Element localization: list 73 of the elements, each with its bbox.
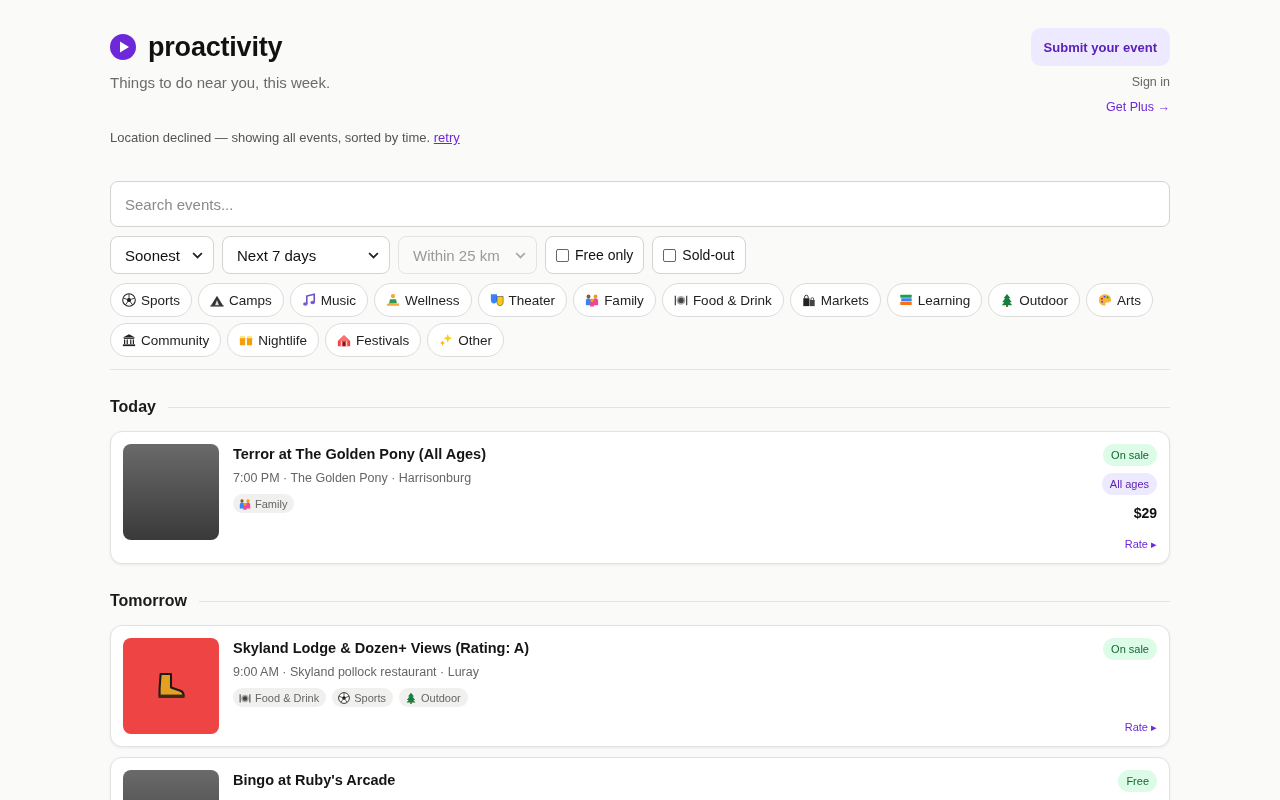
section-heading: Today (110, 398, 156, 416)
plate-icon (673, 293, 688, 307)
rate-link[interactable]: Rate ▸ (1124, 529, 1157, 551)
tag-label: Outdoor (421, 691, 461, 704)
soccer-ball-icon (122, 293, 136, 307)
circus-tent-icon (337, 333, 352, 347)
music-note-icon (301, 293, 316, 307)
search-field[interactable]: Search events... (110, 181, 1170, 227)
event-card[interactable]: Terror at The Golden Pony (All Ages) 7:00 PM · The Golden Pony · Harrisonburg Family On sale All ages $29 Rate ▸ (110, 431, 1170, 564)
dropdown-select[interactable]: Soonest (110, 236, 214, 274)
category-chip[interactable]: Camps (198, 283, 284, 317)
category-chip[interactable]: Theater (477, 283, 568, 317)
retry-link[interactable]: retry (433, 130, 460, 145)
soccer-ball-icon (338, 691, 351, 704)
category-chip[interactable]: Family (573, 283, 656, 317)
category-chip[interactable]: Sports (110, 283, 193, 317)
beer-mugs-icon (239, 333, 254, 347)
sign-in-link[interactable]: Sign in (1131, 74, 1170, 90)
chevron-icon (192, 251, 203, 259)
chevron-icon (515, 251, 526, 259)
category-chip[interactable]: Markets (789, 283, 881, 317)
books-icon (898, 293, 913, 307)
shopping-bags-icon (801, 293, 816, 307)
family-icon (585, 293, 600, 307)
rate-link[interactable]: Rate ▸ (1124, 712, 1157, 734)
tree-icon (1000, 293, 1015, 307)
category-chip[interactable]: Food & Drink (661, 283, 784, 317)
masks-icon (489, 293, 504, 307)
price-text: $29 (1133, 504, 1157, 522)
submit-event-button[interactable]: Submit your event (1030, 28, 1170, 66)
event-title[interactable]: Skyland Lodge & Dozen+ Views (Rating: A) (233, 638, 1090, 658)
category-chip[interactable]: Music (289, 283, 369, 317)
location-notice: Location declined — showing all events, sorted by time. retry (110, 129, 461, 147)
tag-label: Sports (354, 691, 386, 704)
category-chip[interactable]: Wellness (374, 283, 472, 317)
dropdown-select[interactable]: Next 7 days (222, 236, 390, 274)
status-badge: On sale (1103, 638, 1157, 660)
tree-icon (405, 691, 417, 704)
meditating-person-icon (386, 293, 401, 307)
plate-icon (239, 691, 251, 704)
building-icon (122, 333, 136, 347)
status-badge: On sale (1103, 444, 1157, 466)
category-chip[interactable]: Other (427, 323, 505, 357)
category-chip[interactable]: Community (110, 323, 222, 357)
tag-label: Food & Drink (255, 691, 320, 704)
category-chip[interactable]: Learning (886, 283, 983, 317)
category-chip[interactable]: Arts (1086, 283, 1153, 317)
event-card[interactable]: Bingo at Ruby's Arcade Free (110, 757, 1170, 800)
filter-toggle[interactable]: Free only (545, 236, 645, 274)
event-meta: 7:00 PM · The Golden Pony · Harrisonburg (233, 470, 473, 487)
chevron-icon (368, 251, 379, 259)
tent-icon (210, 293, 225, 307)
site-logo-text: proactivity (148, 31, 283, 63)
age-badge: All ages (1101, 473, 1157, 495)
get-plus-link[interactable]: Get Plus → (1106, 99, 1170, 115)
category-chip[interactable]: Outdoor (988, 283, 1080, 317)
section-heading: Tomorrow (110, 592, 188, 610)
category-chip[interactable]: Nightlife (227, 323, 320, 357)
event-meta: 9:00 AM · Skyland pollock restaurant · Luray (233, 664, 480, 681)
event-card[interactable]: Skyland Lodge & Dozen+ Views (Rating: A) 9:00 AM · Skyland pollock restaurant · Luray Food & Drink Sports Outdoor On sale Rate ▸ (110, 625, 1170, 747)
play-icon (110, 34, 136, 60)
palette-icon (1098, 293, 1112, 307)
event-title[interactable]: Bingo at Ruby's Arcade (233, 770, 1105, 790)
checkbox[interactable] (556, 248, 569, 262)
sparkles-icon (439, 333, 454, 347)
category-chip[interactable]: Festivals (325, 323, 422, 357)
event-title[interactable]: Terror at The Golden Pony (All Ages) (233, 444, 1088, 464)
tag-label: Family (255, 497, 288, 510)
family-icon (239, 497, 251, 510)
tagline: Things to do near you, this week. (110, 73, 331, 93)
filter-toggle[interactable]: Sold-out (652, 236, 746, 274)
checkbox[interactable] (663, 248, 677, 262)
status-badge: Free (1118, 770, 1157, 792)
